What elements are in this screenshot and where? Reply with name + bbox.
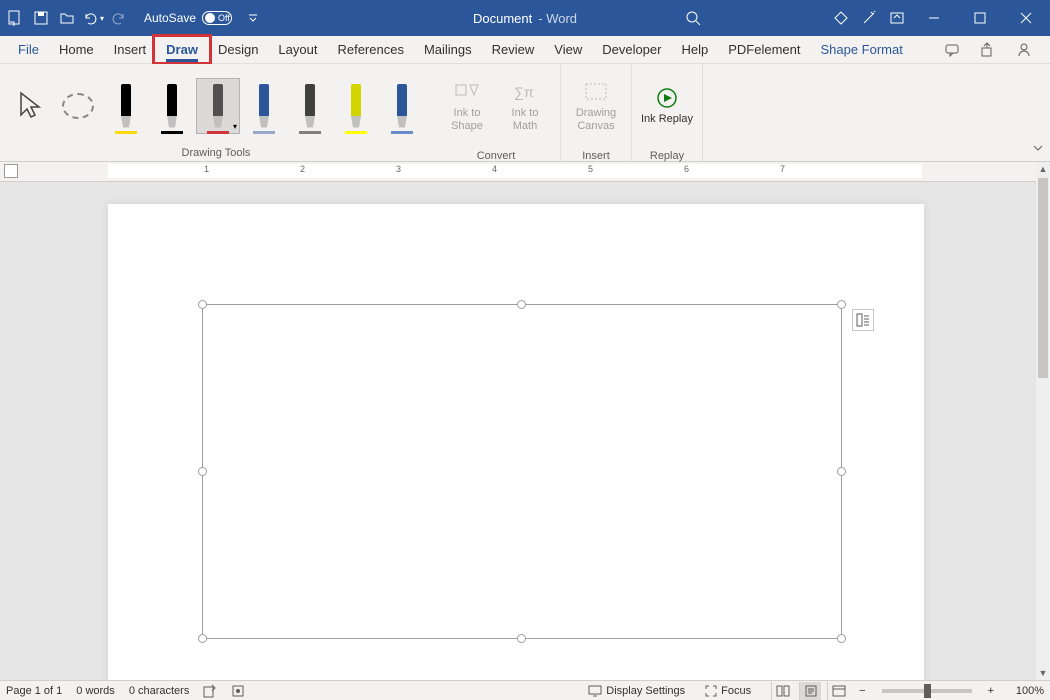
- svg-text:∑π: ∑π: [514, 84, 534, 100]
- ink-to-shape-button[interactable]: Ink to Shape: [440, 68, 494, 146]
- chevron-down-icon[interactable]: ▾: [233, 122, 237, 131]
- highlighter-tool[interactable]: [334, 78, 378, 134]
- qat-customize-icon[interactable]: [242, 7, 264, 29]
- open-icon[interactable]: [56, 7, 78, 29]
- page[interactable]: [108, 204, 924, 680]
- scrollbar-thumb[interactable]: [1038, 178, 1048, 378]
- resize-handle-ne[interactable]: [837, 300, 846, 309]
- tab-view[interactable]: View: [544, 38, 592, 61]
- lasso-tool[interactable]: [56, 78, 100, 134]
- autosave-label: AutoSave: [144, 11, 196, 25]
- zoom-in-button[interactable]: +: [984, 685, 998, 697]
- tab-home[interactable]: Home: [49, 38, 104, 61]
- tab-help[interactable]: Help: [671, 38, 718, 61]
- read-mode-icon[interactable]: [771, 682, 793, 700]
- window-title: Document - Word: [473, 11, 577, 26]
- drawing-canvas[interactable]: [202, 304, 842, 639]
- resize-handle-w[interactable]: [198, 467, 207, 476]
- scroll-up-icon[interactable]: ▲: [1036, 162, 1050, 176]
- macro-icon[interactable]: [231, 684, 245, 698]
- ink-to-math-button[interactable]: ∑π Ink to Math: [498, 68, 552, 146]
- tab-developer[interactable]: Developer: [592, 38, 671, 61]
- maximize-button[interactable]: [960, 4, 1000, 32]
- pencil-tool[interactable]: [288, 78, 332, 134]
- status-words[interactable]: 0 words: [76, 685, 115, 697]
- tab-pdfelement[interactable]: PDFelement: [718, 38, 810, 61]
- status-page[interactable]: Page 1 of 1: [6, 685, 62, 697]
- black-pen-2-tool[interactable]: [150, 78, 194, 134]
- search-icon[interactable]: [682, 7, 704, 29]
- display-settings-button[interactable]: Display Settings: [588, 685, 685, 697]
- wand-icon[interactable]: [858, 7, 880, 29]
- resize-handle-se[interactable]: [837, 634, 846, 643]
- spelling-icon[interactable]: [203, 684, 217, 698]
- drawing-canvas-button[interactable]: Drawing Canvas: [569, 68, 623, 146]
- zoom-slider[interactable]: [882, 689, 972, 693]
- autosave-toggle[interactable]: AutoSave Off: [144, 11, 232, 25]
- print-layout-icon[interactable]: [799, 682, 821, 700]
- tab-draw[interactable]: Draw: [156, 38, 208, 61]
- tab-layout[interactable]: Layout: [268, 38, 327, 61]
- diamond-icon[interactable]: [830, 7, 852, 29]
- status-chars[interactable]: 0 characters: [129, 685, 190, 697]
- zoom-out-button[interactable]: −: [855, 685, 869, 697]
- group-drawing-tools: Drawing Tools: [0, 147, 432, 162]
- sparkle-pen-tool[interactable]: [380, 78, 424, 134]
- resize-handle-e[interactable]: [837, 467, 846, 476]
- share-icon[interactable]: [974, 39, 1002, 61]
- select-tool[interactable]: [8, 78, 52, 134]
- resize-handle-nw[interactable]: [198, 300, 207, 309]
- tab-insert[interactable]: Insert: [104, 38, 157, 61]
- new-file-icon[interactable]: [4, 7, 26, 29]
- scroll-down-icon[interactable]: ▼: [1036, 666, 1050, 680]
- resize-handle-s[interactable]: [517, 634, 526, 643]
- tab-mailings[interactable]: Mailings: [414, 38, 482, 61]
- status-bar: Page 1 of 1 0 words 0 characters Display…: [0, 680, 1050, 700]
- ruler-bar: 1234567: [0, 162, 1050, 182]
- galaxy-pen-tool[interactable]: [242, 78, 286, 134]
- red-pen-tool[interactable]: ▾: [196, 78, 240, 134]
- resize-handle-sw[interactable]: [198, 634, 207, 643]
- horizontal-ruler[interactable]: 1234567: [108, 164, 922, 178]
- layout-options-icon[interactable]: [852, 309, 874, 331]
- tab-file[interactable]: File: [8, 38, 49, 61]
- focus-button[interactable]: Focus: [705, 685, 751, 697]
- close-button[interactable]: [1006, 4, 1046, 32]
- tab-design[interactable]: Design: [208, 38, 268, 61]
- save-icon[interactable]: [30, 7, 52, 29]
- black-pen-tool[interactable]: [104, 78, 148, 134]
- ink-replay-button[interactable]: Ink Replay: [640, 68, 694, 146]
- account-icon[interactable]: [1010, 39, 1038, 61]
- collapse-ribbon-icon[interactable]: [1032, 142, 1044, 157]
- title-bar: ▾ AutoSave Off Document - Word: [0, 0, 1050, 36]
- tab-shape-format[interactable]: Shape Format: [810, 38, 912, 61]
- ribbon-tabs: File Home Insert Draw Design Layout Refe…: [0, 36, 1050, 64]
- undo-icon[interactable]: ▾: [82, 7, 104, 29]
- tab-selector-icon[interactable]: [4, 164, 18, 178]
- zoom-level[interactable]: 100%: [1004, 685, 1044, 697]
- document-area: [0, 182, 1036, 680]
- comments-icon[interactable]: [938, 39, 966, 61]
- tab-references[interactable]: References: [327, 38, 413, 61]
- redo-icon[interactable]: [108, 7, 130, 29]
- web-layout-icon[interactable]: [827, 682, 849, 700]
- ribbon-display-icon[interactable]: [886, 7, 908, 29]
- resize-handle-n[interactable]: [517, 300, 526, 309]
- tab-review[interactable]: Review: [482, 38, 545, 61]
- vertical-scrollbar[interactable]: ▲ ▼: [1036, 162, 1050, 680]
- ribbon: ▾ Drawing Tools Ink to Shape ∑π Ink to M…: [0, 64, 1050, 162]
- minimize-button[interactable]: [914, 4, 954, 32]
